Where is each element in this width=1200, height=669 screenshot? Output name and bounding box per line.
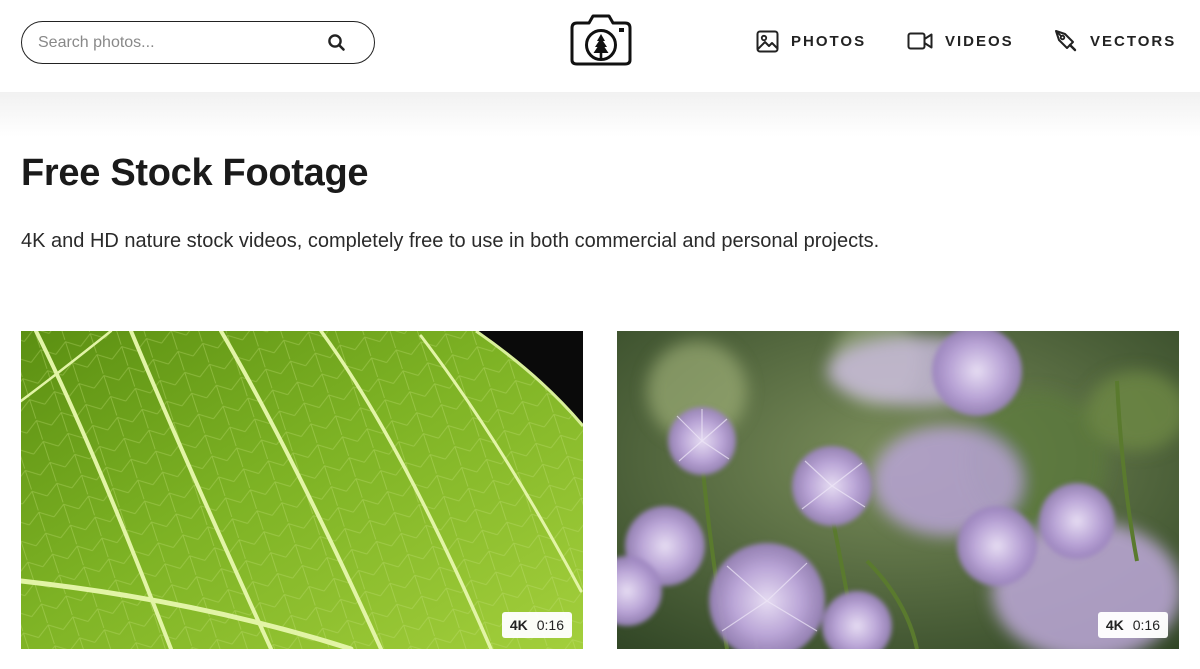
video-info-badge: 4K 0:16 (1097, 612, 1168, 638)
nav-photos[interactable]: PHOTOS (756, 24, 866, 58)
camera-tree-logo (570, 14, 632, 66)
video-info-badge: 4K 0:16 (501, 612, 572, 638)
duration-label: 0:16 (1132, 617, 1160, 633)
site-logo[interactable] (569, 14, 633, 68)
flowers-video-thumbnail (617, 331, 1179, 649)
resolution-label: 4K (509, 617, 528, 633)
image-icon (756, 30, 779, 52)
video-camera-icon (907, 32, 933, 50)
page-title: Free Stock Footage (21, 152, 369, 194)
nav-vectors[interactable]: VECTORS (1054, 24, 1176, 58)
nav-photos-label: PHOTOS (791, 32, 867, 50)
resolution-label: 4K (1105, 617, 1124, 633)
search-bar (21, 21, 375, 64)
video-card[interactable]: 4K 0:16 (21, 331, 583, 649)
site-header: PHOTOS VIDEOS VECTORS (0, 0, 1200, 92)
nav-vectors-label: VECTORS (1090, 32, 1177, 50)
page-subtitle: 4K and HD nature stock videos, completel… (21, 230, 880, 252)
leaf-video-thumbnail (21, 331, 583, 649)
search-icon (328, 34, 345, 51)
duration-label: 0:16 (536, 617, 564, 633)
nav-videos-label: VIDEOS (945, 32, 1014, 50)
search-input[interactable] (38, 31, 318, 55)
pen-tool-icon (1055, 30, 1077, 52)
header-shadow (0, 92, 1200, 137)
video-card[interactable]: 4K 0:16 (617, 331, 1179, 649)
search-button[interactable] (326, 32, 348, 54)
nav-videos[interactable]: VIDEOS (907, 24, 1014, 58)
